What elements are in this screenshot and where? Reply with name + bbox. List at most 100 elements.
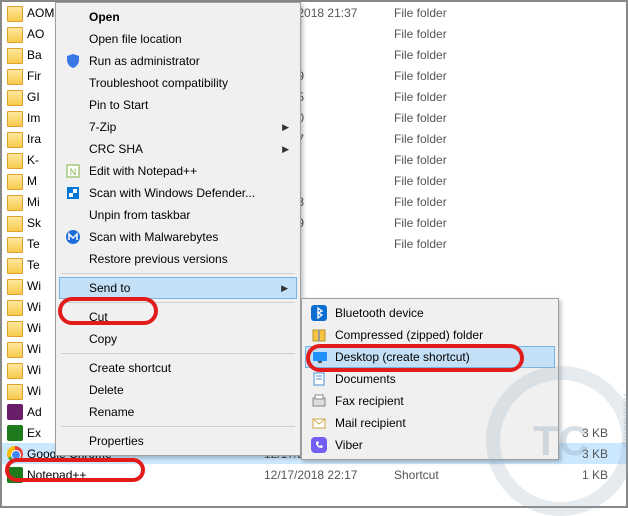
menu-item-send-to[interactable]: Send to▶ <box>59 277 297 299</box>
submenu-item-mail-recipient[interactable]: Mail recipient <box>305 412 555 434</box>
menu-item-open-file-location[interactable]: Open file location <box>59 28 297 50</box>
context-menu: Open Open file location Run as administrat… <box>55 2 301 456</box>
menu-item-cut[interactable]: Cut <box>59 306 297 328</box>
folder-icon <box>7 111 23 127</box>
docs-icon <box>311 371 327 387</box>
menu-label: Compressed (zipped) folder <box>335 328 483 342</box>
menu-item-properties[interactable]: Properties <box>59 430 297 452</box>
menu-label: Restore previous versions <box>89 252 228 266</box>
menu-item-create-shortcut[interactable]: Create shortcut <box>59 357 297 379</box>
folder-icon <box>7 258 23 274</box>
file-type: Shortcut <box>394 468 516 482</box>
menu-label: Bluetooth device <box>335 306 424 320</box>
menu-label: Cut <box>89 310 108 324</box>
menu-item-delete[interactable]: Delete <box>59 379 297 401</box>
menu-item-copy[interactable]: Copy <box>59 328 297 350</box>
shortcut-icon <box>7 425 23 441</box>
menu-item-pin-to-start[interactable]: Pin to Start <box>59 94 297 116</box>
submenu-item-documents[interactable]: Documents <box>305 368 555 390</box>
menu-label: Properties <box>89 434 144 448</box>
folder-icon <box>7 27 23 43</box>
folder-icon <box>7 342 23 358</box>
folder-icon <box>7 216 23 232</box>
file-name: Notepad++ <box>27 468 264 482</box>
menu-item-rename[interactable]: Rename <box>59 401 297 423</box>
menu-item-troubleshoot-compatibility[interactable]: Troubleshoot compatibility <box>59 72 297 94</box>
file-row[interactable]: Notepad++12/17/2018 22:17Shortcut1 KB <box>2 464 626 485</box>
submenu-arrow-icon: ▶ <box>281 283 288 294</box>
menu-label: 7-Zip <box>89 120 116 134</box>
menu-label: Unpin from taskbar <box>89 208 190 222</box>
menu-label: Viber <box>335 438 363 452</box>
menu-item-7-zip[interactable]: 7-Zip ▶ <box>59 116 297 138</box>
menu-item-scan-with-malwarebytes[interactable]: Scan with Malwarebytes <box>59 226 297 248</box>
shortcut-icon <box>7 467 23 483</box>
bt-icon <box>311 305 327 321</box>
shortcut-icon <box>7 404 23 420</box>
viber-icon <box>311 437 327 453</box>
folder-icon <box>7 300 23 316</box>
menu-label: Open <box>89 10 120 24</box>
menu-label: Copy <box>89 332 117 346</box>
menu-label: Create shortcut <box>89 361 171 375</box>
menu-item-crc-sha[interactable]: CRC SHA ▶ <box>59 138 297 160</box>
menu-label: Run as administrator <box>89 54 200 68</box>
folder-icon <box>7 132 23 148</box>
file-type: File folder <box>394 69 516 83</box>
submenu-item-viber[interactable]: Viber <box>305 434 555 456</box>
zip-icon <box>311 327 327 343</box>
defender-icon <box>65 185 81 201</box>
npp-icon: N <box>65 163 81 179</box>
menu-item-edit-with-notepad[interactable]: NEdit with Notepad++ <box>59 160 297 182</box>
mail-icon <box>311 415 327 431</box>
folder-icon <box>7 321 23 337</box>
file-type: File folder <box>394 6 516 20</box>
submenu-item-compressed-zipped-folder[interactable]: Compressed (zipped) folder <box>305 324 555 346</box>
menu-item-open[interactable]: Open <box>59 6 297 28</box>
menu-label: Scan with Malwarebytes <box>89 230 218 244</box>
folder-icon <box>7 195 23 211</box>
menu-label: Troubleshoot compatibility <box>89 76 228 90</box>
folder-icon <box>7 279 23 295</box>
file-type: File folder <box>394 153 516 167</box>
file-type: File folder <box>394 132 516 146</box>
folder-icon <box>7 90 23 106</box>
submenu-item-desktop-create-shortcut[interactable]: Desktop (create shortcut) <box>305 346 555 368</box>
menu-label: Fax recipient <box>335 394 404 408</box>
folder-icon <box>7 174 23 190</box>
desk-icon <box>312 349 328 365</box>
submenu-item-bluetooth-device[interactable]: Bluetooth device <box>305 302 555 324</box>
file-type: File folder <box>394 90 516 104</box>
menu-label: Scan with Windows Defender... <box>89 186 255 200</box>
submenu-item-fax-recipient[interactable]: Fax recipient <box>305 390 555 412</box>
folder-icon <box>7 48 23 64</box>
menu-separator <box>61 273 295 274</box>
submenu-arrow-icon: ▶ <box>282 144 289 155</box>
file-type: File folder <box>394 111 516 125</box>
folder-icon <box>7 384 23 400</box>
menu-label: CRC SHA <box>89 142 143 156</box>
menu-label: Open file location <box>89 32 182 46</box>
menu-item-unpin-from-taskbar[interactable]: Unpin from taskbar <box>59 204 297 226</box>
shortcut-icon <box>7 446 23 462</box>
menu-label: Desktop (create shortcut) <box>335 350 470 364</box>
menu-label: Pin to Start <box>89 98 148 112</box>
menu-label: Documents <box>335 372 396 386</box>
submenu-arrow-icon: ▶ <box>282 122 289 133</box>
file-type: File folder <box>394 48 516 62</box>
file-type: File folder <box>394 216 516 230</box>
folder-icon <box>7 363 23 379</box>
menu-item-scan-with-windows-defender[interactable]: Scan with Windows Defender... <box>59 182 297 204</box>
menu-item-run-as-administrator[interactable]: Run as administrator <box>59 50 297 72</box>
menu-label: Mail recipient <box>335 416 406 430</box>
mwb-icon <box>65 229 81 245</box>
file-size: 1 KB <box>516 468 626 482</box>
menu-label: Delete <box>89 383 124 397</box>
fax-icon <box>311 393 327 409</box>
menu-item-restore-previous-versions[interactable]: Restore previous versions <box>59 248 297 270</box>
menu-separator <box>61 353 295 354</box>
svg-text:N: N <box>70 167 77 177</box>
file-date: 12/17/2018 22:17 <box>264 468 394 482</box>
folder-icon <box>7 237 23 253</box>
file-type: File folder <box>394 174 516 188</box>
